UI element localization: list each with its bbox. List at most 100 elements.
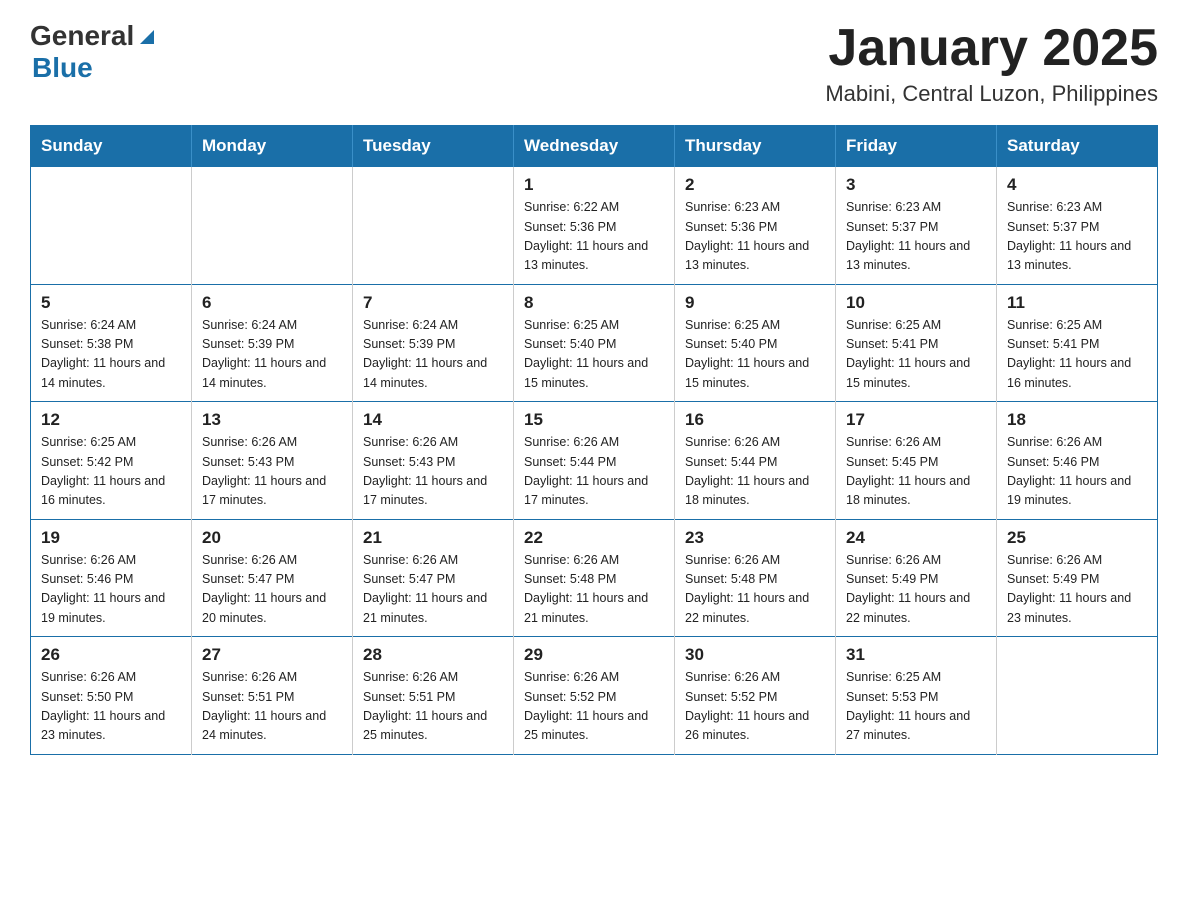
day-info: Sunrise: 6:26 AM Sunset: 5:47 PM Dayligh… (363, 551, 503, 629)
calendar-cell: 20 Sunrise: 6:26 AM Sunset: 5:47 PM Dayli… (192, 519, 353, 637)
day-number: 1 (524, 175, 664, 195)
calendar-cell: 31Sunrise: 6:25 AM Sunset: 5:53 PM Dayli… (836, 637, 997, 755)
calendar-cell: 17 Sunrise: 6:26 AM Sunset: 5:45 PM Dayli… (836, 402, 997, 520)
day-info: Sunrise: 6:26 AM Sunset: 5:44 PM Dayligh… (524, 433, 664, 511)
day-info: Sunrise: 6:26 AM Sunset: 5:43 PM Dayligh… (363, 433, 503, 511)
day-info: Sunrise: 6:23 AM Sunset: 5:37 PM Dayligh… (846, 198, 986, 276)
title-area: January 2025 Mabini, Central Luzon, Phil… (825, 20, 1158, 107)
day-number: 21 (363, 528, 503, 548)
day-info: Sunrise: 6:26 AM Sunset: 5:43 PM Dayligh… (202, 433, 342, 511)
day-info: Sunrise: 6:25 AM Sunset: 5:41 PM Dayligh… (1007, 316, 1147, 394)
day-info: Sunrise: 6:26 AM Sunset: 5:49 PM Dayligh… (1007, 551, 1147, 629)
calendar-cell: 28Sunrise: 6:26 AM Sunset: 5:51 PM Dayli… (353, 637, 514, 755)
day-number: 14 (363, 410, 503, 430)
weekday-header-tuesday: Tuesday (353, 126, 514, 167)
day-info: Sunrise: 6:24 AM Sunset: 5:39 PM Dayligh… (202, 316, 342, 394)
day-number: 4 (1007, 175, 1147, 195)
logo-triangle-icon (136, 26, 158, 48)
day-info: Sunrise: 6:26 AM Sunset: 5:52 PM Dayligh… (524, 668, 664, 746)
day-info: Sunrise: 6:26 AM Sunset: 5:48 PM Dayligh… (524, 551, 664, 629)
calendar-header-row: SundayMondayTuesdayWednesdayThursdayFrid… (31, 126, 1158, 167)
day-number: 20 (202, 528, 342, 548)
day-info: Sunrise: 6:23 AM Sunset: 5:36 PM Dayligh… (685, 198, 825, 276)
logo: General Blue (30, 20, 158, 84)
day-info: Sunrise: 6:26 AM Sunset: 5:52 PM Dayligh… (685, 668, 825, 746)
day-number: 5 (41, 293, 181, 313)
day-info: Sunrise: 6:26 AM Sunset: 5:45 PM Dayligh… (846, 433, 986, 511)
day-number: 7 (363, 293, 503, 313)
weekday-header-sunday: Sunday (31, 126, 192, 167)
calendar-table: SundayMondayTuesdayWednesdayThursdayFrid… (30, 125, 1158, 755)
day-number: 8 (524, 293, 664, 313)
weekday-header-saturday: Saturday (997, 126, 1158, 167)
day-info: Sunrise: 6:24 AM Sunset: 5:38 PM Dayligh… (41, 316, 181, 394)
day-info: Sunrise: 6:26 AM Sunset: 5:47 PM Dayligh… (202, 551, 342, 629)
calendar-week-row: 12Sunrise: 6:25 AM Sunset: 5:42 PM Dayli… (31, 402, 1158, 520)
day-info: Sunrise: 6:26 AM Sunset: 5:46 PM Dayligh… (41, 551, 181, 629)
calendar-cell: 5 Sunrise: 6:24 AM Sunset: 5:38 PM Daylig… (31, 284, 192, 402)
location-subtitle: Mabini, Central Luzon, Philippines (825, 81, 1158, 107)
day-info: Sunrise: 6:26 AM Sunset: 5:49 PM Dayligh… (846, 551, 986, 629)
day-number: 16 (685, 410, 825, 430)
day-info: Sunrise: 6:25 AM Sunset: 5:53 PM Dayligh… (846, 668, 986, 746)
day-number: 23 (685, 528, 825, 548)
calendar-cell: 30 Sunrise: 6:26 AM Sunset: 5:52 PM Dayli… (675, 637, 836, 755)
calendar-cell: 15 Sunrise: 6:26 AM Sunset: 5:44 PM Dayli… (514, 402, 675, 520)
calendar-cell: 1 Sunrise: 6:22 AM Sunset: 5:36 PM Daylig… (514, 167, 675, 285)
day-number: 10 (846, 293, 986, 313)
calendar-cell: 2Sunrise: 6:23 AM Sunset: 5:36 PM Daylig… (675, 167, 836, 285)
day-number: 15 (524, 410, 664, 430)
day-number: 11 (1007, 293, 1147, 313)
day-info: Sunrise: 6:24 AM Sunset: 5:39 PM Dayligh… (363, 316, 503, 394)
weekday-header-monday: Monday (192, 126, 353, 167)
logo-blue-text: Blue (32, 52, 93, 83)
day-number: 29 (524, 645, 664, 665)
day-info: Sunrise: 6:26 AM Sunset: 5:50 PM Dayligh… (41, 668, 181, 746)
day-number: 9 (685, 293, 825, 313)
day-info: Sunrise: 6:26 AM Sunset: 5:46 PM Dayligh… (1007, 433, 1147, 511)
calendar-cell: 10Sunrise: 6:25 AM Sunset: 5:41 PM Dayli… (836, 284, 997, 402)
calendar-cell: 4 Sunrise: 6:23 AM Sunset: 5:37 PM Daylig… (997, 167, 1158, 285)
calendar-cell: 29 Sunrise: 6:26 AM Sunset: 5:52 PM Dayli… (514, 637, 675, 755)
day-info: Sunrise: 6:23 AM Sunset: 5:37 PM Dayligh… (1007, 198, 1147, 276)
calendar-week-row: 1 Sunrise: 6:22 AM Sunset: 5:36 PM Daylig… (31, 167, 1158, 285)
day-info: Sunrise: 6:26 AM Sunset: 5:48 PM Dayligh… (685, 551, 825, 629)
calendar-cell (353, 167, 514, 285)
day-info: Sunrise: 6:26 AM Sunset: 5:51 PM Dayligh… (202, 668, 342, 746)
calendar-cell: 24 Sunrise: 6:26 AM Sunset: 5:49 PM Dayli… (836, 519, 997, 637)
calendar-cell: 26Sunrise: 6:26 AM Sunset: 5:50 PM Dayli… (31, 637, 192, 755)
day-info: Sunrise: 6:22 AM Sunset: 5:36 PM Dayligh… (524, 198, 664, 276)
calendar-cell (192, 167, 353, 285)
day-number: 22 (524, 528, 664, 548)
logo-general-text: General (30, 20, 134, 52)
day-number: 19 (41, 528, 181, 548)
day-info: Sunrise: 6:25 AM Sunset: 5:40 PM Dayligh… (685, 316, 825, 394)
calendar-cell: 6 Sunrise: 6:24 AM Sunset: 5:39 PM Daylig… (192, 284, 353, 402)
day-number: 28 (363, 645, 503, 665)
calendar-cell: 13 Sunrise: 6:26 AM Sunset: 5:43 PM Dayli… (192, 402, 353, 520)
calendar-week-row: 26Sunrise: 6:26 AM Sunset: 5:50 PM Dayli… (31, 637, 1158, 755)
day-number: 13 (202, 410, 342, 430)
day-info: Sunrise: 6:26 AM Sunset: 5:44 PM Dayligh… (685, 433, 825, 511)
calendar-cell: 18 Sunrise: 6:26 AM Sunset: 5:46 PM Dayli… (997, 402, 1158, 520)
calendar-cell: 14 Sunrise: 6:26 AM Sunset: 5:43 PM Dayli… (353, 402, 514, 520)
calendar-cell: 12Sunrise: 6:25 AM Sunset: 5:42 PM Dayli… (31, 402, 192, 520)
calendar-cell: 25 Sunrise: 6:26 AM Sunset: 5:49 PM Dayli… (997, 519, 1158, 637)
day-number: 18 (1007, 410, 1147, 430)
calendar-cell: 9 Sunrise: 6:25 AM Sunset: 5:40 PM Daylig… (675, 284, 836, 402)
calendar-cell: 22 Sunrise: 6:26 AM Sunset: 5:48 PM Dayli… (514, 519, 675, 637)
day-number: 24 (846, 528, 986, 548)
calendar-cell: 3Sunrise: 6:23 AM Sunset: 5:37 PM Daylig… (836, 167, 997, 285)
day-number: 30 (685, 645, 825, 665)
weekday-header-friday: Friday (836, 126, 997, 167)
day-number: 12 (41, 410, 181, 430)
calendar-cell (997, 637, 1158, 755)
day-number: 17 (846, 410, 986, 430)
weekday-header-wednesday: Wednesday (514, 126, 675, 167)
day-number: 25 (1007, 528, 1147, 548)
day-number: 27 (202, 645, 342, 665)
calendar-cell: 11 Sunrise: 6:25 AM Sunset: 5:41 PM Dayli… (997, 284, 1158, 402)
calendar-cell: 23 Sunrise: 6:26 AM Sunset: 5:48 PM Dayli… (675, 519, 836, 637)
calendar-week-row: 19 Sunrise: 6:26 AM Sunset: 5:46 PM Dayli… (31, 519, 1158, 637)
day-number: 6 (202, 293, 342, 313)
